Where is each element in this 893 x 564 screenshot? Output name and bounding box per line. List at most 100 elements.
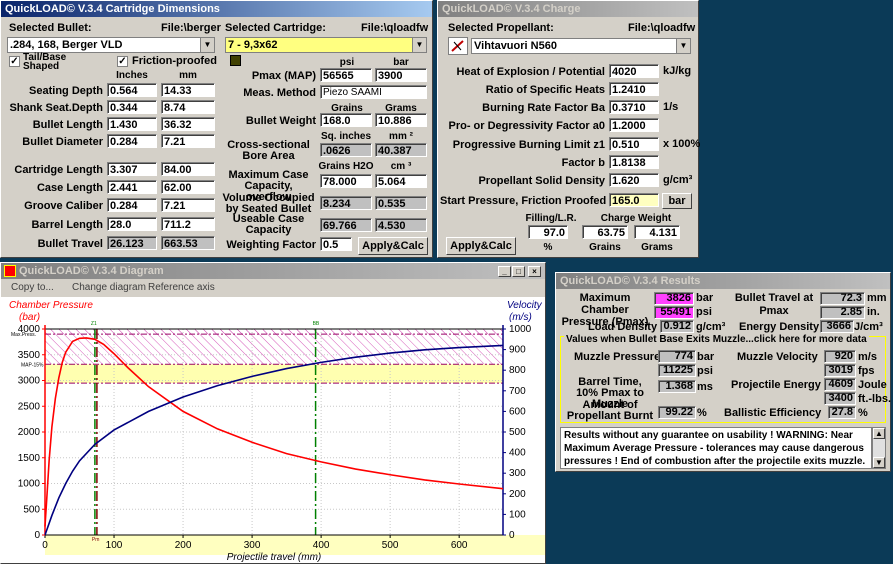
cartridge-drawing-icon[interactable] <box>230 55 241 66</box>
charge-param-input[interactable]: 0.3710 <box>609 100 659 114</box>
dim-inches-input[interactable]: 1.430 <box>107 117 157 131</box>
propellant-select[interactable]: Vihtavuori N560 ▼ <box>471 38 691 54</box>
pmax-psi-input[interactable]: 56565 <box>320 68 372 82</box>
volume-occupied-cm3: 0.535 <box>375 196 427 210</box>
menu-change-diagram[interactable]: Change diagram <box>72 280 146 296</box>
results-window-title: QuickLOAD© V.3.4 Results <box>556 273 890 289</box>
charge-param-input[interactable]: 1.8138 <box>609 155 659 169</box>
max-case-cm3-input[interactable]: 5.064 <box>375 174 427 188</box>
close-button[interactable]: × <box>528 266 541 277</box>
diagram-title-text: QuickLOAD© V.3.4 Diagram <box>19 265 164 277</box>
diagram-window: QuickLOAD© V.3.4 Diagram _ □ × Copy to..… <box>0 262 546 564</box>
dim-label: Seating Depth <box>29 85 103 97</box>
friction-checkbox[interactable]: ✓ <box>117 56 128 67</box>
y-tick-label: 3000 <box>18 376 41 387</box>
dim-inches-input[interactable]: 3.307 <box>107 162 157 176</box>
barrel-time-unit: ms <box>697 381 713 393</box>
dim-mm-input[interactable]: 36.32 <box>161 117 215 131</box>
charge-apply-calc-button[interactable]: Apply&Calc <box>446 237 516 255</box>
chevron-down-icon[interactable]: ▼ <box>676 39 690 53</box>
meas-method-input[interactable]: Piezo SAAMI <box>320 85 427 99</box>
charge-grams-unit: Grams <box>641 242 673 253</box>
dim-label: Case Length <box>36 182 103 194</box>
useable-capacity-cm3: 4.530 <box>375 218 427 232</box>
start-pressure-unit-button[interactable]: bar <box>662 193 692 209</box>
menu-copy-to[interactable]: Copy to... <box>11 280 54 296</box>
filling-label: Filling/L.R. <box>525 213 577 224</box>
weighting-factor-input[interactable]: 0.5 <box>320 237 352 251</box>
maximize-button[interactable]: □ <box>512 266 525 277</box>
dim-inches-input[interactable]: 0.284 <box>107 134 157 148</box>
charge-param-input[interactable]: 1.2000 <box>609 118 659 132</box>
charge-weight-label: Charge Weight <box>600 213 672 224</box>
charge-param-input[interactable]: 1.2410 <box>609 82 659 96</box>
charge-grains-input[interactable]: 63.75 <box>582 225 628 239</box>
tail-base-label: Tail/Base Shaped <box>23 52 67 72</box>
y2-tick-label: 400 <box>509 448 526 459</box>
chevron-down-icon[interactable]: ▼ <box>412 38 426 52</box>
muzzle-pressure-bar-value: 774 <box>658 350 696 363</box>
dim-inches-input[interactable]: 2.441 <box>107 180 157 194</box>
start-pressure-input[interactable]: 165.0 <box>609 193 659 207</box>
dim-inches-input[interactable]: 0.344 <box>107 100 157 114</box>
ballistic-efficiency-unit: % <box>858 407 868 419</box>
muzzle-velocity-label: Muzzle Velocity <box>737 351 818 363</box>
x-tick-label: 600 <box>451 540 468 551</box>
bullet-weight-grams-input[interactable]: 10.886 <box>375 113 427 127</box>
pmax-bar-input[interactable]: 3900 <box>375 68 427 82</box>
travel-mm-unit: mm <box>867 292 887 304</box>
minimize-button[interactable]: _ <box>498 266 511 277</box>
dim-inches-input[interactable]: 0.564 <box>107 83 157 97</box>
max-case-grains-input[interactable]: 78.000 <box>320 174 372 188</box>
cartridge-apply-calc-button[interactable]: Apply&Calc <box>358 237 428 255</box>
dim-mm-input[interactable]: 711.2 <box>161 217 215 231</box>
charge-grams-input[interactable]: 4.131 <box>634 225 680 239</box>
muzzle-velocity-ms-value: 920 <box>824 350 856 363</box>
warning-textarea[interactable]: Results without any guarantee on usabili… <box>560 427 872 469</box>
dim-mm-input[interactable]: 7.21 <box>161 134 215 148</box>
dim-mm-input[interactable]: 62.00 <box>161 180 215 194</box>
muzzle-pressure-bar-unit: bar <box>697 351 715 363</box>
chevron-down-icon[interactable]: ▼ <box>200 38 214 52</box>
scroll-up-icon[interactable]: ▲ <box>873 428 885 439</box>
energy-density-unit: J/cm³ <box>854 321 883 333</box>
scroll-down-icon[interactable]: ▼ <box>873 457 885 468</box>
useable-capacity-grains: 69.766 <box>320 218 372 232</box>
friction-label: Friction-proofed <box>132 55 217 67</box>
dim-mm-input[interactable]: 7.21 <box>161 198 215 212</box>
muzzle-pressure-label: Muzzle Pressure <box>574 351 661 363</box>
y2-tick-label: 500 <box>509 427 526 438</box>
menu-reference-axis[interactable]: Reference axis <box>148 280 215 296</box>
meas-method-label: Meas. Method <box>243 87 316 99</box>
dim-mm-input[interactable]: 8.74 <box>161 100 215 114</box>
bullet-weight-label: Bullet Weight <box>245 115 316 127</box>
dim-inches-input[interactable]: 28.0 <box>107 217 157 231</box>
filling-input[interactable]: 97.0 <box>528 225 568 239</box>
travel-in-unit: in. <box>867 306 880 318</box>
dim-mm-input[interactable]: 14.33 <box>161 83 215 97</box>
bullet-weight-grains-input[interactable]: 168.0 <box>320 113 372 127</box>
tail-base-checkbox[interactable]: ✓ <box>9 56 20 67</box>
charge-param-input[interactable]: 4020 <box>609 64 659 78</box>
dim-mm-input[interactable]: 84.00 <box>161 162 215 176</box>
dim-inches-input[interactable]: 0.284 <box>107 198 157 212</box>
muzzle-velocity-fps-value: 3019 <box>824 364 856 377</box>
charge-param-label: Propellant Solid Density <box>478 175 605 187</box>
load-density-value: 0.912 <box>660 320 694 333</box>
warning-scrollbar[interactable]: ▲ ▼ <box>872 427 886 469</box>
cartridge-select[interactable]: 7 - 9,3x62 ▼ <box>225 37 427 53</box>
charge-param-unit: g/cm³ <box>663 174 693 186</box>
bore-mm2-value: 40.387 <box>375 143 427 157</box>
muzzle-section-title[interactable]: Values when Bullet Base Exits Muzzle...c… <box>564 334 869 345</box>
y-tick-label: 2500 <box>18 401 41 412</box>
charge-param-input[interactable]: 1.620 <box>609 173 659 187</box>
charge-grains-unit: Grains <box>589 242 621 253</box>
muzzle-velocity-ms-unit: m/s <box>858 351 877 363</box>
propellant-icon[interactable] <box>448 37 468 55</box>
bore-area-label: Cross-sectional Bore Area <box>227 139 310 162</box>
energy-joule-unit: Joule <box>858 379 887 391</box>
bullet-select[interactable]: .284, 168, Berger VLD ▼ <box>7 37 215 53</box>
charge-param-input[interactable]: 0.510 <box>609 137 659 151</box>
propellant-file-label: File:\qloadfw <box>628 22 696 34</box>
dim-label: Barrel Length <box>31 219 103 231</box>
